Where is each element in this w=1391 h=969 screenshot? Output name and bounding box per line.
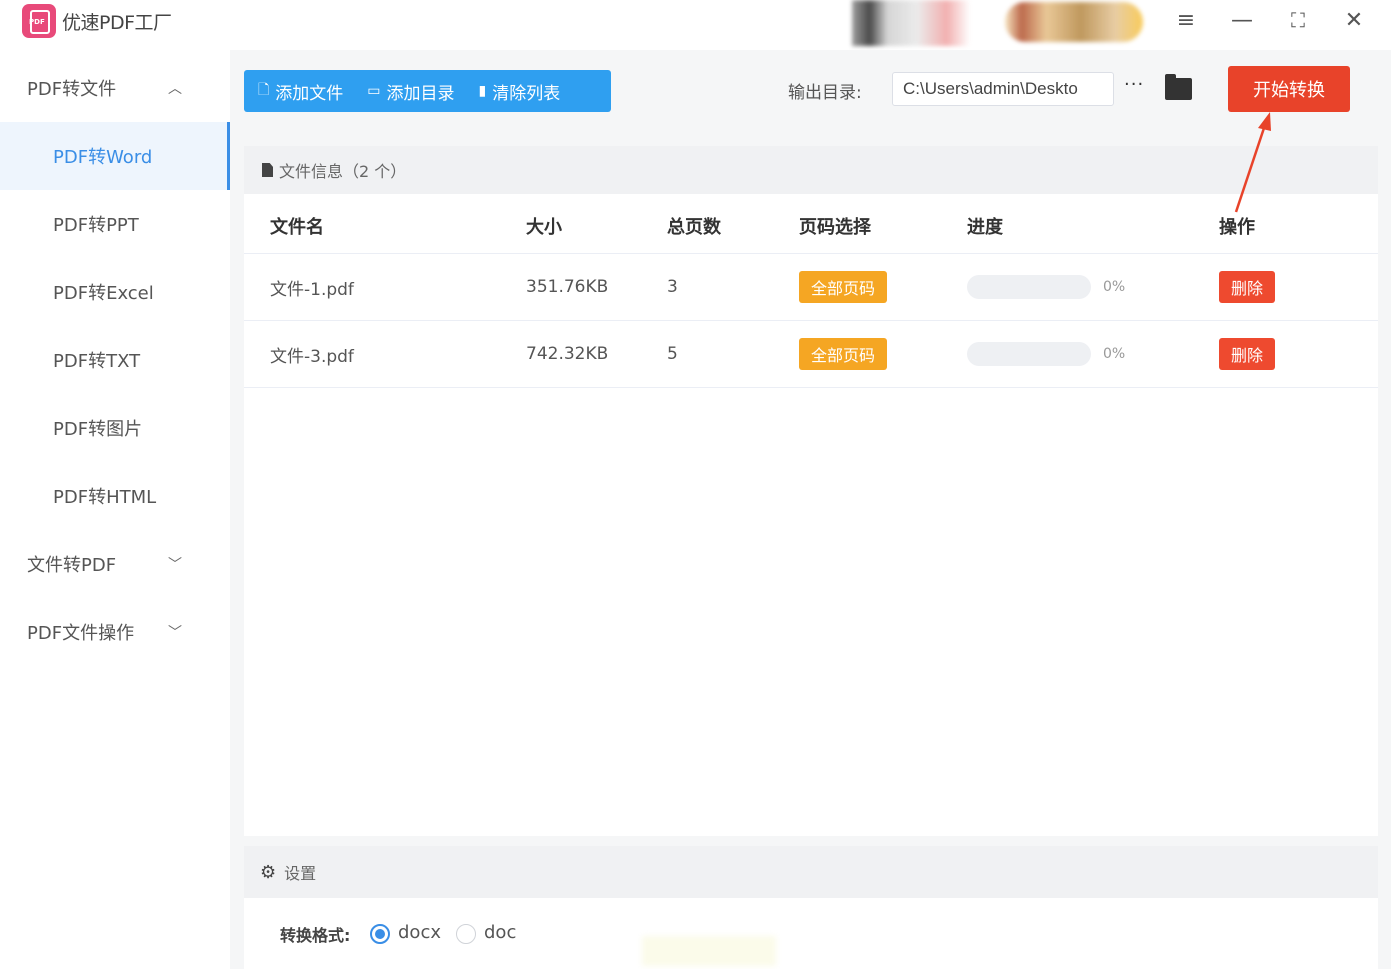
page-count: 3	[667, 277, 678, 297]
action-cell: 删除	[1219, 254, 1276, 320]
file-info-header: 文件信息（2 个）	[244, 146, 1378, 194]
page-select-cell: 全部页码	[799, 254, 888, 320]
sidebar-group-file-to-pdf[interactable]: 文件转PDF ﹀	[0, 530, 230, 598]
menu-icon[interactable]: ≡	[1171, 6, 1201, 34]
progress-text: 0%	[1103, 279, 1126, 295]
column-header: 页码选择	[799, 216, 871, 238]
delete-button[interactable]: 删除	[1219, 338, 1276, 370]
progress-cell: 0%	[967, 321, 1125, 387]
output-dir-label: 输出目录:	[788, 83, 862, 103]
sidebar-item-label: PDF转HTML	[53, 487, 157, 508]
page-select-button[interactable]: 全部页码	[799, 338, 888, 370]
maximize-icon[interactable]: ⛶	[1283, 6, 1313, 34]
file-icon: 🗋	[258, 82, 270, 98]
table-row: 文件-3.pdf 742.32KB 5 全部页码 0% 删除	[244, 321, 1378, 388]
more-options-button[interactable]: ···	[1124, 74, 1144, 95]
sidebar-group-label: PDF转文件	[27, 79, 117, 100]
file-size: 351.76KB	[526, 277, 609, 297]
add-folder-button[interactable]: ▭ 添加目录	[353, 70, 464, 112]
settings-header: ⚙ 设置	[244, 846, 1378, 898]
sidebar-item-label: PDF转TXT	[53, 351, 141, 372]
sidebar-group-label: 文件转PDF	[27, 555, 117, 576]
format-doc-radio[interactable]	[456, 924, 476, 944]
minimize-icon[interactable]: —	[1227, 6, 1257, 34]
table-row: 文件-1.pdf 351.76KB 3 全部页码 0% 删除	[244, 254, 1378, 321]
sidebar-item-pdf-to-word[interactable]: PDF转Word	[0, 122, 230, 190]
blurred-region	[1005, 2, 1143, 42]
folder-outline-icon: ▭	[367, 83, 381, 99]
progress-cell: 0%	[967, 254, 1125, 320]
table-header: 文件名 大小 总页数 页码选择 进度 操作	[244, 198, 1378, 254]
sidebar-item-label: PDF转Word	[53, 147, 153, 168]
output-dir-input[interactable]: C:\Users\admin\Deskto	[892, 72, 1114, 106]
sidebar-group-pdf-operations[interactable]: PDF文件操作 ﹀	[0, 598, 230, 666]
add-file-button[interactable]: 🗋 添加文件	[244, 70, 353, 112]
chevron-down-icon: ﹀	[168, 557, 182, 573]
delete-button[interactable]: 删除	[1219, 271, 1276, 303]
blurred-region	[642, 936, 776, 966]
sidebar-item-label: PDF转PPT	[53, 215, 139, 236]
sidebar-item-pdf-to-excel[interactable]: PDF转Excel	[0, 258, 230, 326]
file-name: 文件-3.pdf	[270, 346, 354, 367]
sidebar-item-pdf-to-image[interactable]: PDF转图片	[0, 394, 230, 462]
gear-icon: ⚙	[260, 861, 277, 883]
main-panel: 🗋 添加文件 ▭ 添加目录 ▮ 清除列表 输出目录: C:\Users\admi…	[230, 50, 1391, 969]
app-title: 优速PDF工厂	[62, 12, 172, 34]
sidebar-item-pdf-to-html[interactable]: PDF转HTML	[0, 462, 230, 530]
blurred-region	[852, 0, 970, 46]
settings-body: 转换格式: docx doc	[244, 898, 1378, 969]
clear-list-button[interactable]: ▮ 清除列表	[465, 70, 571, 112]
format-doc-label[interactable]: doc	[484, 922, 516, 943]
file-list-panel: 文件信息（2 个） 文件名 大小 总页数 页码选择 进度 操作 文件-1.pdf…	[244, 146, 1378, 836]
progress-bar	[967, 275, 1091, 299]
column-header: 进度	[967, 216, 1003, 238]
trash-icon: ▮	[478, 83, 487, 99]
app-logo-icon	[22, 4, 56, 38]
page-count: 5	[667, 344, 678, 364]
page-select-cell: 全部页码	[799, 321, 888, 387]
file-toolbar: 🗋 添加文件 ▭ 添加目录 ▮ 清除列表	[244, 70, 611, 112]
sidebar-item-label: PDF转Excel	[53, 283, 154, 304]
clear-list-label: 清除列表	[492, 83, 561, 104]
column-header: 大小	[526, 216, 562, 238]
document-icon	[262, 163, 273, 177]
column-header: 操作	[1219, 216, 1255, 238]
progress-bar	[967, 342, 1091, 366]
file-name: 文件-1.pdf	[270, 279, 354, 300]
add-file-label: 添加文件	[275, 83, 344, 104]
column-header: 文件名	[270, 216, 324, 238]
settings-title: 设置	[284, 864, 317, 883]
sidebar-group-pdf-to-file[interactable]: PDF转文件 ︿	[0, 54, 230, 122]
file-info-title: 文件信息（2 个）	[279, 162, 407, 181]
title-bar: 优速PDF工厂 ≡ — ⛶ ✕	[0, 0, 1391, 50]
open-folder-icon[interactable]	[1165, 74, 1192, 100]
format-docx-radio[interactable]	[370, 924, 390, 944]
sidebar-item-pdf-to-ppt[interactable]: PDF转PPT	[0, 190, 230, 258]
page-select-button[interactable]: 全部页码	[799, 271, 888, 303]
format-docx-label[interactable]: docx	[398, 922, 441, 943]
file-size: 742.32KB	[526, 344, 609, 364]
start-convert-button[interactable]: 开始转换	[1228, 66, 1350, 112]
chevron-down-icon: ﹀	[168, 625, 182, 641]
format-label: 转换格式:	[280, 926, 351, 945]
sidebar: PDF转文件 ︿ PDF转Word PDF转PPT PDF转Excel PDF转…	[0, 50, 230, 969]
sidebar-group-label: PDF文件操作	[27, 623, 135, 644]
action-cell: 删除	[1219, 321, 1276, 387]
close-icon[interactable]: ✕	[1339, 6, 1369, 34]
sidebar-item-pdf-to-txt[interactable]: PDF转TXT	[0, 326, 230, 394]
progress-text: 0%	[1103, 346, 1126, 362]
column-header: 总页数	[667, 216, 721, 238]
chevron-up-icon: ︿	[168, 81, 182, 97]
add-folder-label: 添加目录	[386, 83, 455, 104]
sidebar-item-label: PDF转图片	[53, 419, 143, 440]
